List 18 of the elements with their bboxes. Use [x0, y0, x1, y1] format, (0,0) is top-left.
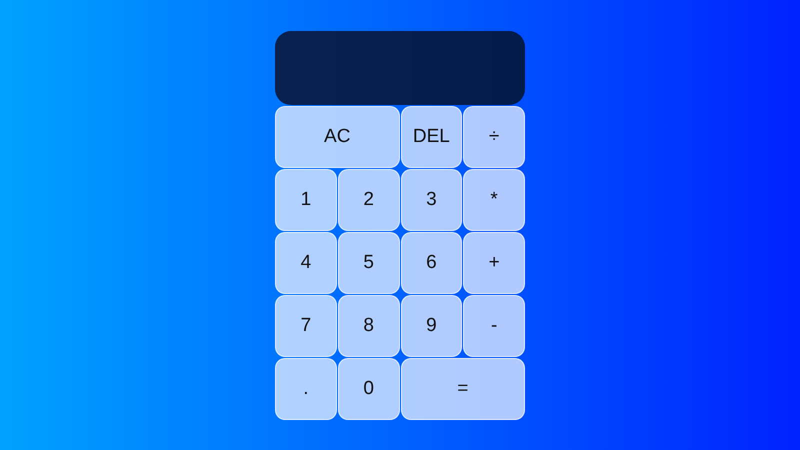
calculator-key[interactable]: .: [275, 358, 337, 420]
calculator-key[interactable]: *: [463, 169, 525, 231]
calculator-key[interactable]: 3: [400, 169, 462, 231]
calculator-key[interactable]: DEL: [400, 106, 462, 168]
calculator-key[interactable]: 4: [275, 232, 337, 294]
calculator-key[interactable]: 8: [338, 295, 400, 357]
calculator-key[interactable]: 2: [338, 169, 400, 231]
calculator-key[interactable]: 1: [275, 169, 337, 231]
calculator-key[interactable]: +: [463, 232, 525, 294]
calculator-key[interactable]: 5: [338, 232, 400, 294]
calculator-key[interactable]: -: [463, 295, 525, 357]
calculator-key[interactable]: 7: [275, 295, 337, 357]
calculator-key[interactable]: AC: [275, 106, 400, 168]
calculator-key[interactable]: ÷: [463, 106, 525, 168]
calculator-key[interactable]: =: [400, 358, 525, 420]
calculator-key[interactable]: 6: [400, 232, 462, 294]
calculator-key[interactable]: 9: [400, 295, 462, 357]
calculator-key[interactable]: 0: [338, 358, 400, 420]
